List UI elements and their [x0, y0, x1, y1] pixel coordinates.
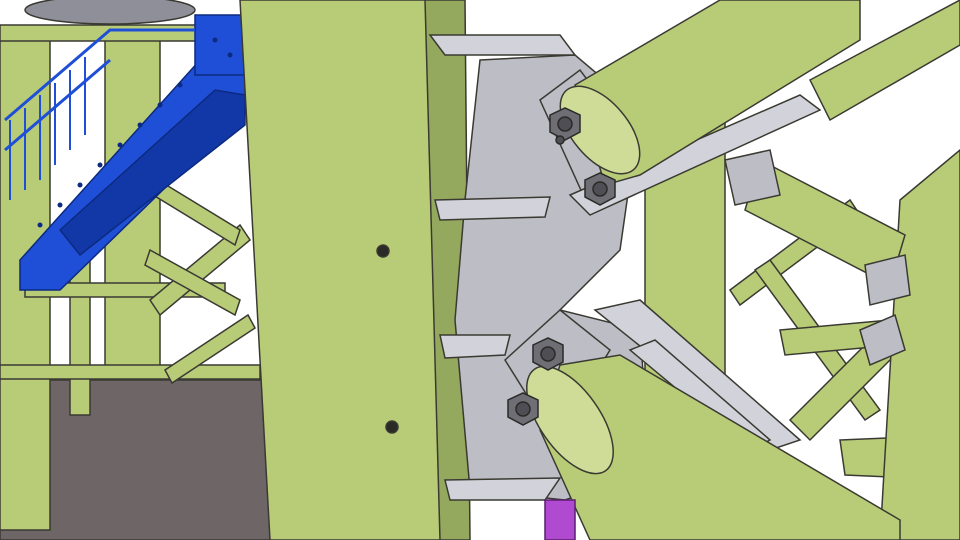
stiffener-upper — [434, 196, 551, 221]
beam-left-low — [0, 364, 261, 380]
main-column — [239, 0, 471, 540]
column-hole-2 — [385, 420, 399, 434]
bolt-upper-1 — [549, 107, 581, 141]
bolt-lower-2 — [507, 392, 539, 426]
gusset-small-right-1 — [724, 149, 781, 206]
stiffener-mid — [439, 334, 511, 359]
column-web — [239, 0, 446, 540]
bolt-lower-1 — [532, 337, 564, 371]
bolt-gusset-top — [555, 135, 565, 145]
steel-connection-render — [0, 0, 960, 540]
stiffener-bottom — [444, 477, 562, 501]
stair-landing — [194, 14, 246, 76]
stiffener-top — [428, 34, 577, 56]
column-hole-1 — [376, 244, 390, 258]
purple-member — [544, 499, 576, 540]
column-cap-disc — [24, 0, 196, 25]
bolt-upper-2 — [584, 172, 616, 206]
